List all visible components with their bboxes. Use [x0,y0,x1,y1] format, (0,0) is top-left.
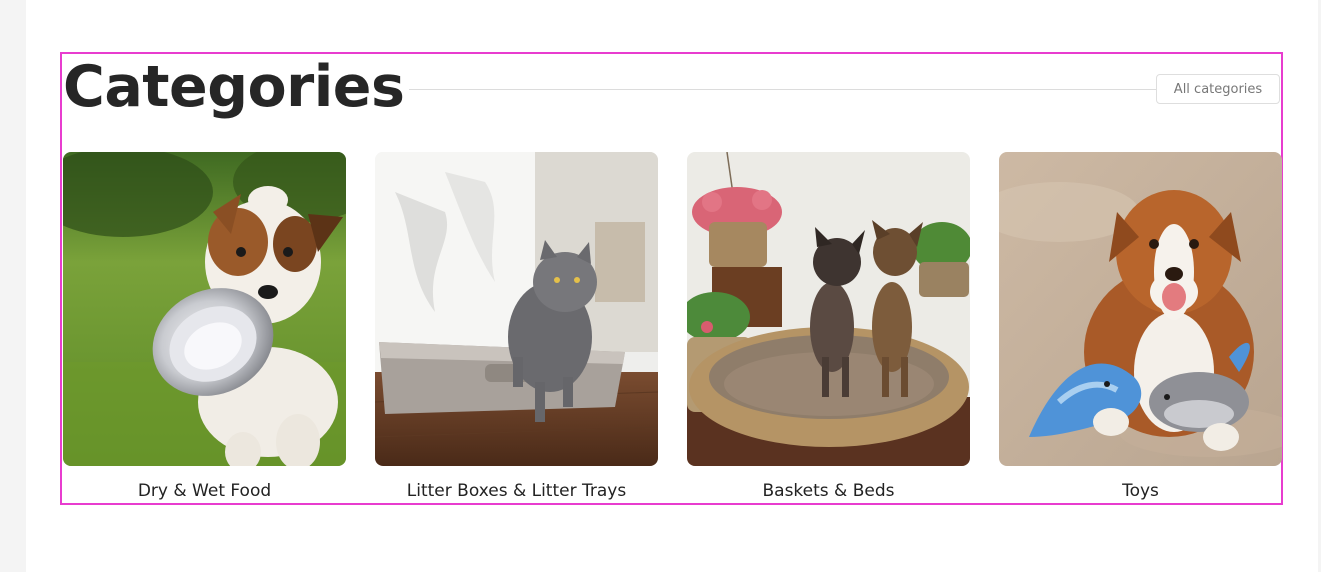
category-card-baskets-beds[interactable]: Baskets & Beds [687,152,970,504]
category-card-dry-wet-food[interactable]: Dry & Wet Food [63,152,346,504]
cat-in-litter-box-photo[interactable] [375,152,658,466]
category-card-toys[interactable]: Toys [999,152,1282,504]
category-list: Dry & Wet Food Litter Boxes & Litter Tra… [62,152,1282,504]
category-label[interactable]: Baskets & Beds [687,480,970,502]
categories-section: Categories All categories Dry & Wet Food… [60,52,1283,505]
heading-divider [409,89,1156,90]
dogs-in-wicker-basket-photo[interactable] [687,152,970,466]
dog-with-plush-toys-photo[interactable] [999,152,1282,466]
dog-with-food-bowl-photo[interactable] [63,152,346,466]
all-categories-button[interactable]: All categories [1156,74,1280,104]
category-card-litter-boxes[interactable]: Litter Boxes & Litter Trays [375,152,658,504]
category-label[interactable]: Dry & Wet Food [63,480,346,502]
section-title: Categories [63,54,405,120]
category-label[interactable]: Litter Boxes & Litter Trays [375,480,658,502]
section-heading-row: Categories All categories [62,54,1281,124]
category-label[interactable]: Toys [999,480,1282,502]
